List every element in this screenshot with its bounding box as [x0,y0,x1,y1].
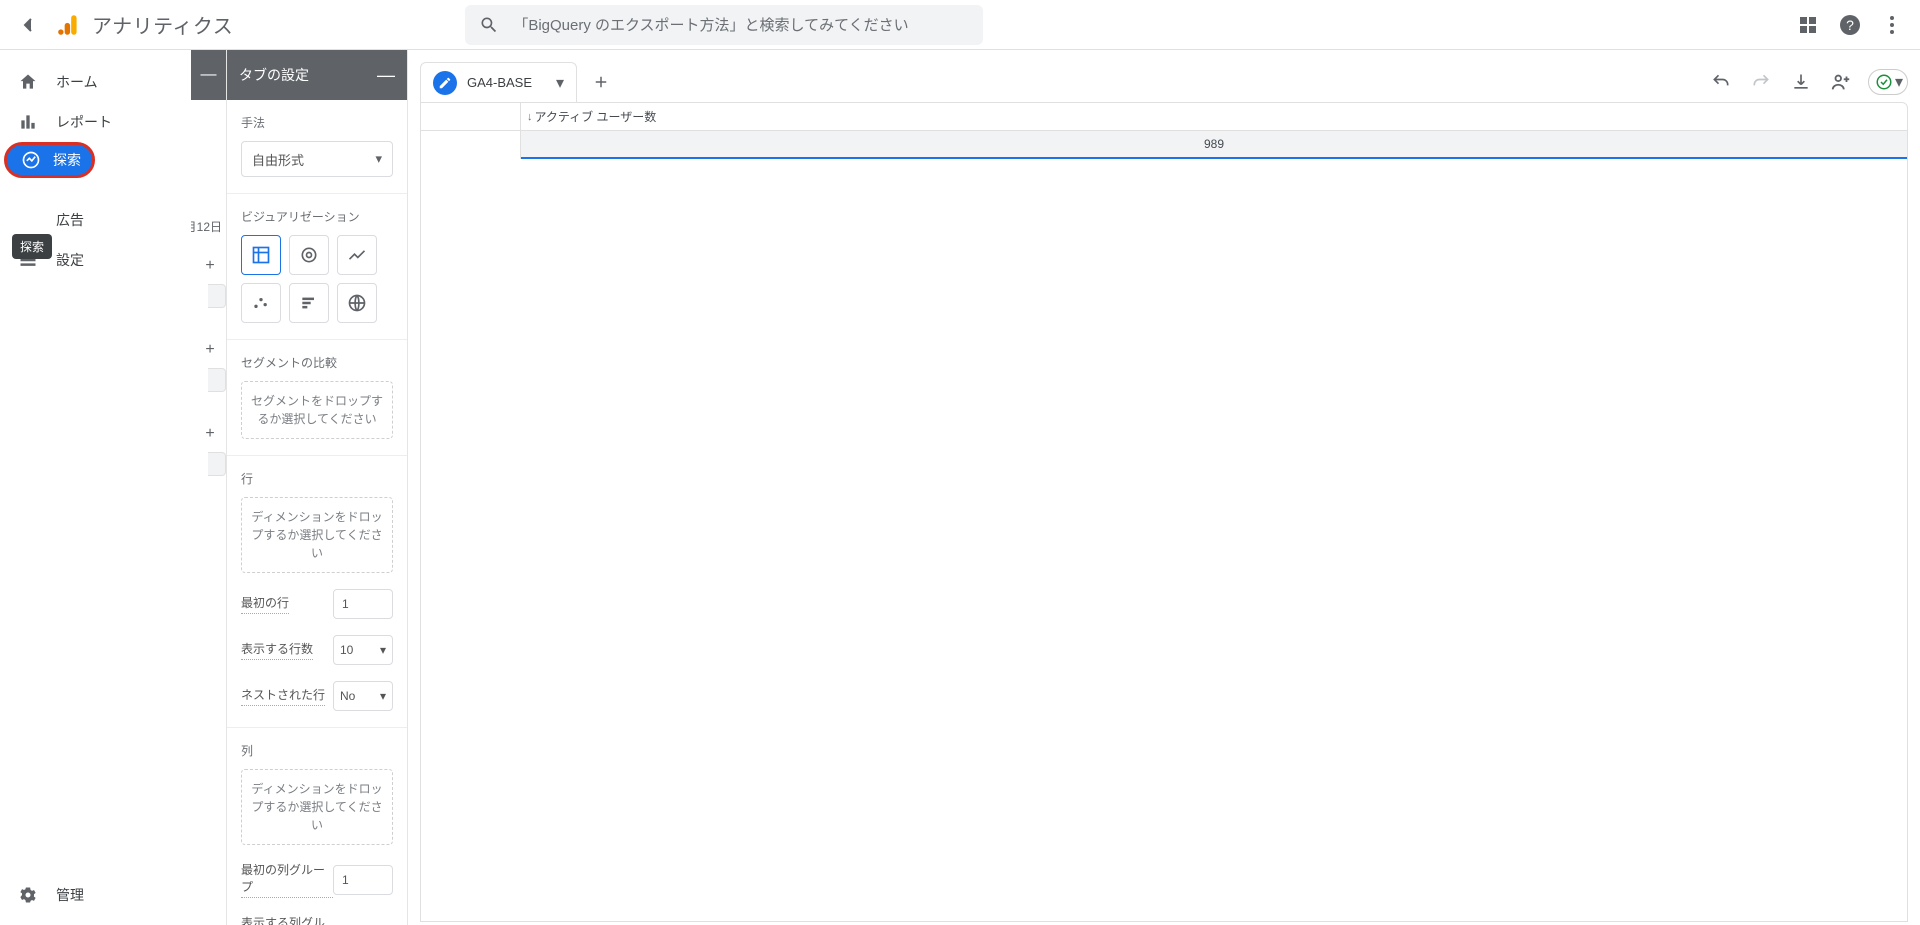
caret-down-icon: ▾ [375,151,382,167]
metric-header[interactable]: ↓ アクティブ ユーザー数 [521,103,1907,130]
rows-label: 行 [241,470,393,487]
variables-panel-collapsed: — 月12日 + + + [191,50,227,925]
metric-header-label: アクティブ ユーザー数 [535,108,657,125]
header-actions: ? [1796,13,1904,37]
col-group-input[interactable] [333,865,393,895]
search-box[interactable]: 「BigQuery のエクスポート方法」と検索してみてください [465,5,983,45]
more-icon[interactable] [1880,13,1904,37]
tabs-row: GA4-BASE ▾ ▾ [420,62,1908,102]
app-name: アナリティクス [92,10,233,39]
method-select[interactable]: 自由形式 ▾ [241,141,393,177]
segment-dropzone[interactable]: セグメントをドロップするか選択してください [241,381,393,439]
caret-down-icon: ▾ [1895,72,1903,92]
metric-value-cell: 989 [521,131,1907,159]
tab-name: GA4-BASE [467,75,532,90]
nav-explore-label: 探索 [53,150,81,170]
ga-logo: アナリティクス [56,10,233,39]
sheet-corner [421,103,521,130]
rows-dropzone[interactable]: ディメンションをドロップするか選択してください [241,497,393,573]
viz-bar-icon[interactable] [289,283,329,323]
exploration-tab[interactable]: GA4-BASE ▾ [420,62,577,102]
nav-admin[interactable]: 管理 [0,875,183,915]
viz-table-icon[interactable] [241,235,281,275]
apps-icon[interactable] [1796,13,1820,37]
method-value: 自由形式 [252,150,304,169]
variables-collapse[interactable]: — [191,50,226,100]
nav-settings-label: 設定 [56,250,84,270]
variables-add-1[interactable]: + [200,256,220,276]
caret-down-icon: ▾ [380,689,386,703]
nav-reports-label: レポート [56,112,112,132]
share-button[interactable] [1828,69,1854,95]
exploration-canvas: GA4-BASE ▾ ▾ ↓ アクティブ ユーザー数 [408,50,1920,925]
caret-down-icon: ▾ [380,643,386,657]
search-placeholder: 「BigQuery のエクスポート方法」と検索してみてください [513,14,908,35]
nav-home-label: ホーム [56,72,98,92]
variables-add-2[interactable]: + [200,340,220,360]
tab-caret-icon[interactable]: ▾ [556,73,564,93]
data-quality-button[interactable]: ▾ [1868,69,1908,95]
start-row-label: 最初の行 [241,594,289,614]
segment-label: セグメントの比較 [241,354,393,371]
viz-scatter-icon[interactable] [241,283,281,323]
show-rows-select[interactable]: 10▾ [333,635,393,665]
viz-geo-icon[interactable] [337,283,377,323]
panel-title: タブの設定 [239,65,309,85]
variables-chip-3[interactable] [208,452,226,476]
panel-collapse-button[interactable]: — [377,66,395,84]
undo-button[interactable] [1708,69,1734,95]
redo-button[interactable] [1748,69,1774,95]
viz-grid [241,235,393,323]
nav-home[interactable]: ホーム [0,62,183,102]
svg-text:?: ? [1846,17,1854,33]
nav-admin-label: 管理 [56,885,84,905]
nested-select[interactable]: No▾ [333,681,393,711]
cols-label: 列 [241,742,393,759]
variables-chip-1[interactable] [208,284,226,308]
variables-chip-2[interactable] [208,368,226,392]
panel-header: タブの設定 — [227,50,407,100]
nav-explore-tooltip: 探索 [12,234,52,259]
tab-settings-panel: タブの設定 — 手法 自由形式 ▾ ビジュアリゼーション セグメントの比較 セ [227,50,408,925]
download-button[interactable] [1788,69,1814,95]
viz-donut-icon[interactable] [289,235,329,275]
app-header: アナリティクス 「BigQuery のエクスポート方法」と検索してみてください … [0,0,1920,50]
search-icon [479,15,499,35]
variables-add-3[interactable]: + [200,424,220,444]
nav-reports[interactable]: レポート [0,102,183,142]
nav-explore[interactable]: 探索 [4,142,95,178]
cols-dropzone[interactable]: ディメンションをドロップするか選択してください [241,769,393,845]
viz-line-icon[interactable] [337,235,377,275]
edit-tab-icon[interactable] [433,71,457,95]
sort-arrow-icon: ↓ [527,111,533,123]
viz-label: ビジュアリゼーション [241,208,393,225]
left-nav: ホーム レポート 探索 探索 広告 設定 管理 [0,50,191,925]
row-label-cell [421,131,521,159]
tab-actions: ▾ [1708,69,1908,95]
back-button[interactable] [16,13,40,37]
nested-label: ネストされた行 [241,686,325,706]
help-icon[interactable]: ? [1838,13,1862,37]
show-rows-label: 表示する行数 [241,640,313,660]
add-tab-button[interactable] [581,62,621,102]
start-row-input[interactable] [333,589,393,619]
col-group-label: 最初の列グループ [241,861,333,898]
nav-ads-label: 広告 [56,210,84,230]
col-show-label: 表示する列グル… [241,914,337,925]
method-label: 手法 [241,114,393,131]
result-sheet: ↓ アクティブ ユーザー数 989 [420,102,1908,922]
